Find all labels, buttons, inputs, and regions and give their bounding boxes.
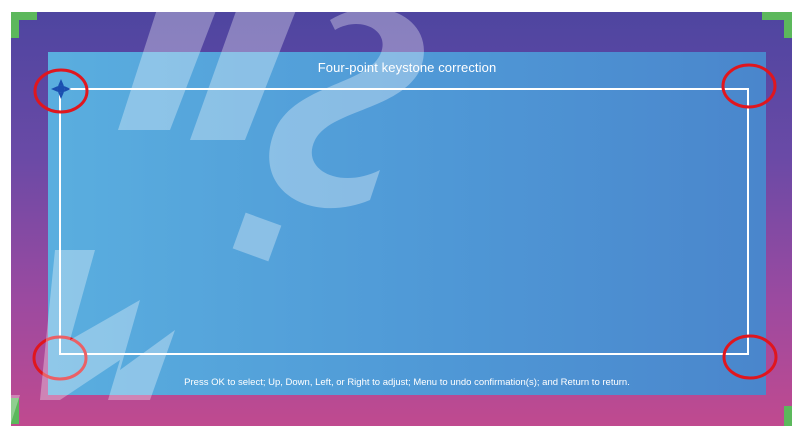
panel-title: Four-point keystone correction <box>317 60 497 75</box>
adjustment-frame[interactable] <box>59 88 749 355</box>
corner-point-bottom-left[interactable] <box>32 335 88 381</box>
instruction-text: Press OK to select; Up, Down, Left, or R… <box>184 377 630 388</box>
keystone-panel: Four-point keystone correction Press OK … <box>48 52 766 395</box>
corner-point-top-right[interactable] <box>721 63 777 109</box>
corner-point-top-left[interactable] <box>33 68 89 114</box>
frame-corner-top-right-vertical <box>784 12 792 38</box>
keystone-screen: Four-point keystone correction Press OK … <box>0 0 792 426</box>
frame-corner-bottom-right-vertical <box>784 406 792 426</box>
corner-point-bottom-right[interactable] <box>722 334 778 380</box>
frame-corner-bottom-left-vertical <box>11 398 19 424</box>
frame-corner-top-left-vertical <box>11 12 19 38</box>
